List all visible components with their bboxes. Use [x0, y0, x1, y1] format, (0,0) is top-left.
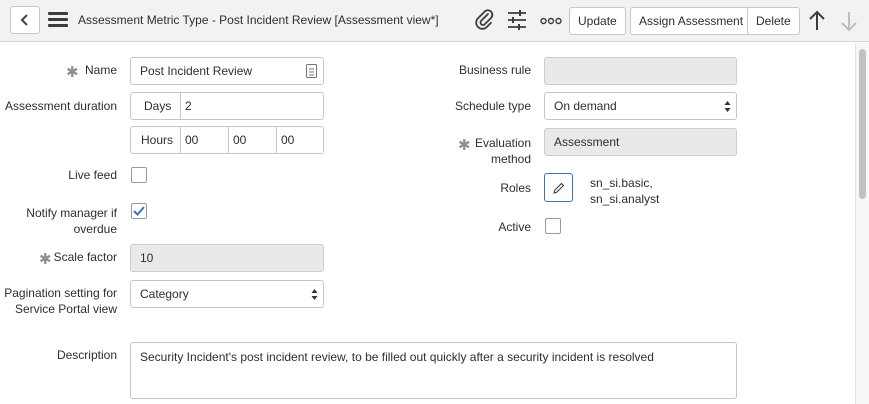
required-marker: ✱ [66, 64, 79, 81]
pagination-select[interactable]: Category [130, 280, 324, 308]
form-header: Assessment Metric Type - Post Incident R… [0, 0, 869, 42]
back-icon [20, 14, 28, 26]
days-label: Days [144, 99, 172, 113]
minutes-value[interactable]: 00 [229, 127, 255, 153]
menu-icon[interactable] [48, 12, 68, 28]
name-label: Name [84, 63, 117, 77]
update-button[interactable]: Update [569, 7, 626, 35]
roles-label: Roles [500, 181, 531, 195]
assign-assessment-button[interactable]: Assign Assessment [630, 7, 753, 35]
arrow-up-icon[interactable] [808, 10, 826, 32]
role-item: sn_si.basic, [590, 176, 653, 190]
scrollbar[interactable] [855, 43, 869, 404]
settings-sliders-icon[interactable] [507, 9, 527, 31]
arrow-down-icon[interactable] [840, 10, 858, 32]
live-feed-checkbox[interactable] [131, 167, 147, 183]
page-title: Assessment Metric Type - Post Incident R… [78, 13, 439, 27]
delete-button[interactable]: Delete [747, 7, 800, 35]
name-field[interactable]: Post Incident Review [130, 57, 324, 85]
business-rule-field [544, 57, 737, 85]
select-arrows-icon [311, 289, 318, 300]
schedule-type-label: Schedule type [454, 99, 531, 113]
business-rule-label: Business rule [458, 63, 531, 77]
pagination-value: Category [140, 287, 189, 301]
role-item: sn_si.analyst [590, 192, 660, 206]
required-marker: ✱ [458, 137, 471, 154]
required-marker: ✱ [39, 251, 52, 268]
schedule-type-value: On demand [554, 99, 617, 113]
days-value[interactable]: 2 [181, 93, 201, 119]
attachment-icon[interactable] [474, 9, 494, 31]
scale-factor-label: Scale factor [53, 250, 117, 264]
pagination-setting-label: Pagination setting for Service Portal vi… [4, 286, 117, 316]
name-value: Post Incident Review [140, 64, 253, 78]
notify-manager-label: Notify manager if overdue [26, 206, 117, 236]
scrollbar-thumb[interactable] [859, 49, 866, 199]
pencil-icon [552, 182, 564, 194]
schedule-type-select[interactable]: On demand [544, 92, 737, 120]
edit-roles-button[interactable] [544, 173, 573, 202]
seconds-value[interactable]: 00 [277, 127, 303, 153]
duration-hours-field[interactable]: Hours 00 00 00 [130, 126, 324, 154]
hours-label: Hours [141, 133, 174, 147]
assessment-duration-label: Assessment duration [4, 99, 117, 113]
hours-value[interactable]: 00 [181, 127, 207, 153]
live-feed-label: Live feed [68, 168, 117, 182]
evaluation-method-label: Evaluation method [474, 136, 531, 166]
more-options-icon[interactable] [540, 9, 562, 31]
description-textarea[interactable]: Security Incident's post incident review… [130, 342, 737, 399]
select-arrows-icon [724, 101, 731, 112]
notify-manager-checkbox[interactable] [131, 203, 147, 219]
reference-icon[interactable] [306, 64, 317, 78]
active-label: Active [498, 220, 531, 234]
evaluation-method-field: Assessment [544, 128, 737, 156]
roles-list: sn_si.basic, sn_si.analyst [590, 175, 659, 207]
active-checkbox[interactable] [545, 218, 561, 234]
duration-days-field[interactable]: Days 2 [130, 92, 324, 120]
description-label: Description [56, 348, 117, 362]
scale-factor-field: 10 [130, 244, 324, 272]
checkmark-icon [133, 206, 145, 216]
back-button[interactable] [10, 6, 40, 34]
